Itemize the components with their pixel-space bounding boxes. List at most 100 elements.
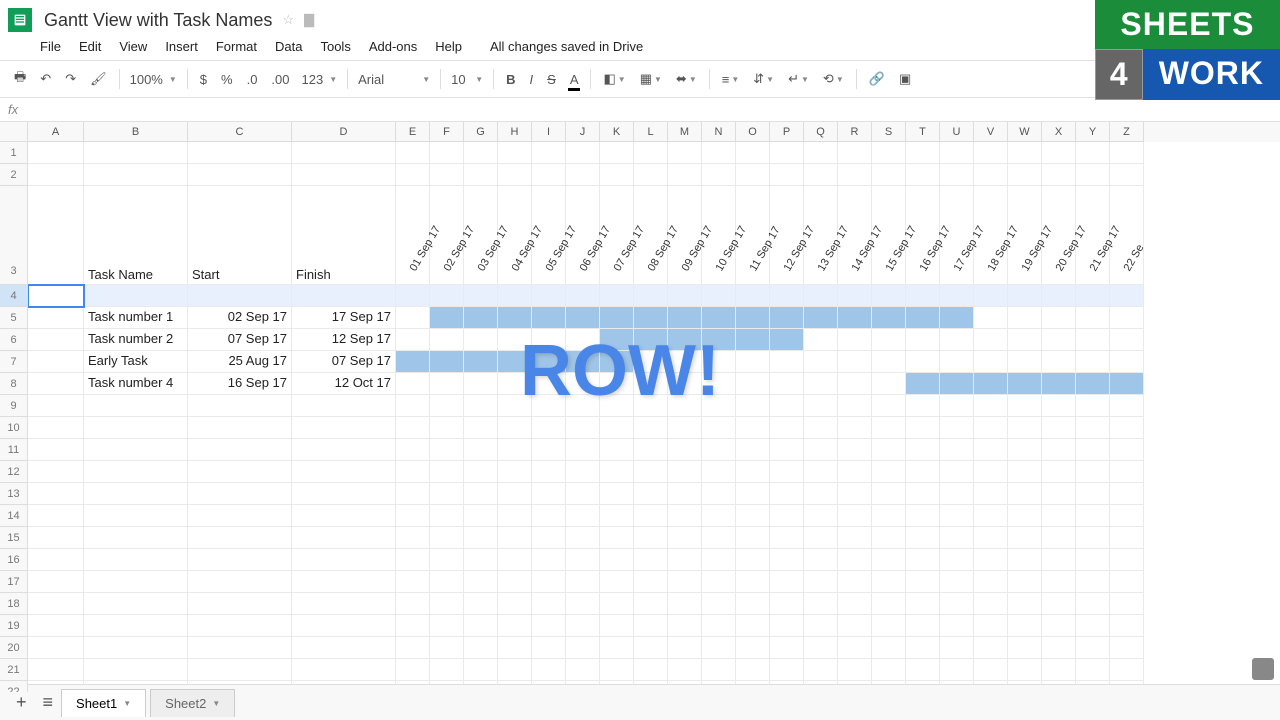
cell[interactable] xyxy=(532,637,566,659)
column-header[interactable]: D xyxy=(292,122,396,142)
cell[interactable] xyxy=(906,593,940,615)
cell[interactable] xyxy=(430,461,464,483)
cell[interactable] xyxy=(464,164,498,186)
cell[interactable]: Early Task xyxy=(84,351,188,373)
cell[interactable] xyxy=(736,549,770,571)
cell[interactable] xyxy=(1076,164,1110,186)
italic-icon[interactable]: I xyxy=(524,68,540,91)
cell[interactable] xyxy=(566,615,600,637)
cell[interactable] xyxy=(804,483,838,505)
cell[interactable] xyxy=(940,142,974,164)
cell[interactable]: 13 Sep 17 xyxy=(804,186,838,285)
cell[interactable] xyxy=(668,329,702,351)
cell[interactable] xyxy=(464,571,498,593)
cell[interactable] xyxy=(702,351,736,373)
cell[interactable] xyxy=(566,461,600,483)
cell[interactable] xyxy=(498,351,532,373)
cell[interactable] xyxy=(188,164,292,186)
cell[interactable] xyxy=(940,461,974,483)
cell[interactable] xyxy=(430,164,464,186)
cell[interactable] xyxy=(464,593,498,615)
cell[interactable] xyxy=(600,142,634,164)
cell[interactable] xyxy=(28,351,84,373)
cell[interactable] xyxy=(668,637,702,659)
cell[interactable] xyxy=(634,329,668,351)
cell[interactable] xyxy=(668,307,702,329)
cell[interactable] xyxy=(464,483,498,505)
cell[interactable] xyxy=(1008,307,1042,329)
column-header[interactable]: V xyxy=(974,122,1008,142)
sheet-tab-2[interactable]: Sheet2▼ xyxy=(150,689,235,717)
cell[interactable] xyxy=(84,439,188,461)
increase-decimal-icon[interactable]: .00 xyxy=(265,68,295,91)
cell[interactable] xyxy=(872,164,906,186)
cell[interactable] xyxy=(1042,571,1076,593)
cell[interactable] xyxy=(28,285,84,307)
column-header[interactable]: B xyxy=(84,122,188,142)
cell[interactable] xyxy=(396,461,430,483)
cell[interactable] xyxy=(1008,461,1042,483)
cell[interactable] xyxy=(188,571,292,593)
cell[interactable] xyxy=(906,329,940,351)
cell[interactable] xyxy=(974,615,1008,637)
cell[interactable]: 09 Sep 17 xyxy=(668,186,702,285)
cell[interactable] xyxy=(430,659,464,681)
row-header[interactable]: 19 xyxy=(0,615,28,637)
cell[interactable] xyxy=(906,142,940,164)
cell[interactable] xyxy=(736,285,770,307)
cell[interactable] xyxy=(498,615,532,637)
cell[interactable] xyxy=(906,637,940,659)
cell[interactable] xyxy=(906,395,940,417)
cell[interactable] xyxy=(838,142,872,164)
cell[interactable] xyxy=(634,593,668,615)
cell[interactable] xyxy=(1110,351,1144,373)
row-header[interactable]: 1 xyxy=(0,142,28,164)
cell[interactable] xyxy=(702,417,736,439)
select-all-corner[interactable] xyxy=(0,122,28,142)
cell[interactable] xyxy=(1076,307,1110,329)
cell[interactable] xyxy=(634,527,668,549)
cell[interactable] xyxy=(498,417,532,439)
cell[interactable] xyxy=(838,549,872,571)
cell[interactable] xyxy=(838,527,872,549)
cell[interactable] xyxy=(974,483,1008,505)
row-header[interactable]: 20 xyxy=(0,637,28,659)
cell[interactable] xyxy=(566,637,600,659)
cell[interactable] xyxy=(1008,571,1042,593)
cell[interactable] xyxy=(84,505,188,527)
cell[interactable] xyxy=(464,549,498,571)
cell[interactable]: 03 Sep 17 xyxy=(464,186,498,285)
cell[interactable] xyxy=(1110,285,1144,307)
cell[interactable] xyxy=(1042,373,1076,395)
cell[interactable] xyxy=(28,307,84,329)
cell[interactable] xyxy=(566,659,600,681)
cell[interactable] xyxy=(1008,395,1042,417)
cell[interactable] xyxy=(668,351,702,373)
cell[interactable] xyxy=(464,527,498,549)
row-header[interactable]: 9 xyxy=(0,395,28,417)
cell[interactable] xyxy=(770,164,804,186)
cell[interactable] xyxy=(84,637,188,659)
cell[interactable] xyxy=(906,549,940,571)
cell[interactable] xyxy=(838,659,872,681)
font-size-select[interactable]: 10▼ xyxy=(447,70,487,89)
cell[interactable] xyxy=(28,593,84,615)
column-header[interactable]: P xyxy=(770,122,804,142)
cell[interactable] xyxy=(736,395,770,417)
cell[interactable] xyxy=(906,659,940,681)
cell[interactable] xyxy=(736,527,770,549)
cell[interactable] xyxy=(906,615,940,637)
cell[interactable] xyxy=(770,285,804,307)
cell[interactable] xyxy=(1008,417,1042,439)
cell[interactable]: 16 Sep 17 xyxy=(188,373,292,395)
cell[interactable] xyxy=(702,505,736,527)
row-header[interactable]: 22 xyxy=(0,681,28,692)
cell[interactable] xyxy=(532,549,566,571)
cell[interactable] xyxy=(702,461,736,483)
cell[interactable] xyxy=(668,164,702,186)
cell[interactable] xyxy=(702,307,736,329)
cell[interactable] xyxy=(668,571,702,593)
cell[interactable] xyxy=(804,593,838,615)
cell[interactable] xyxy=(736,461,770,483)
cell[interactable] xyxy=(906,307,940,329)
